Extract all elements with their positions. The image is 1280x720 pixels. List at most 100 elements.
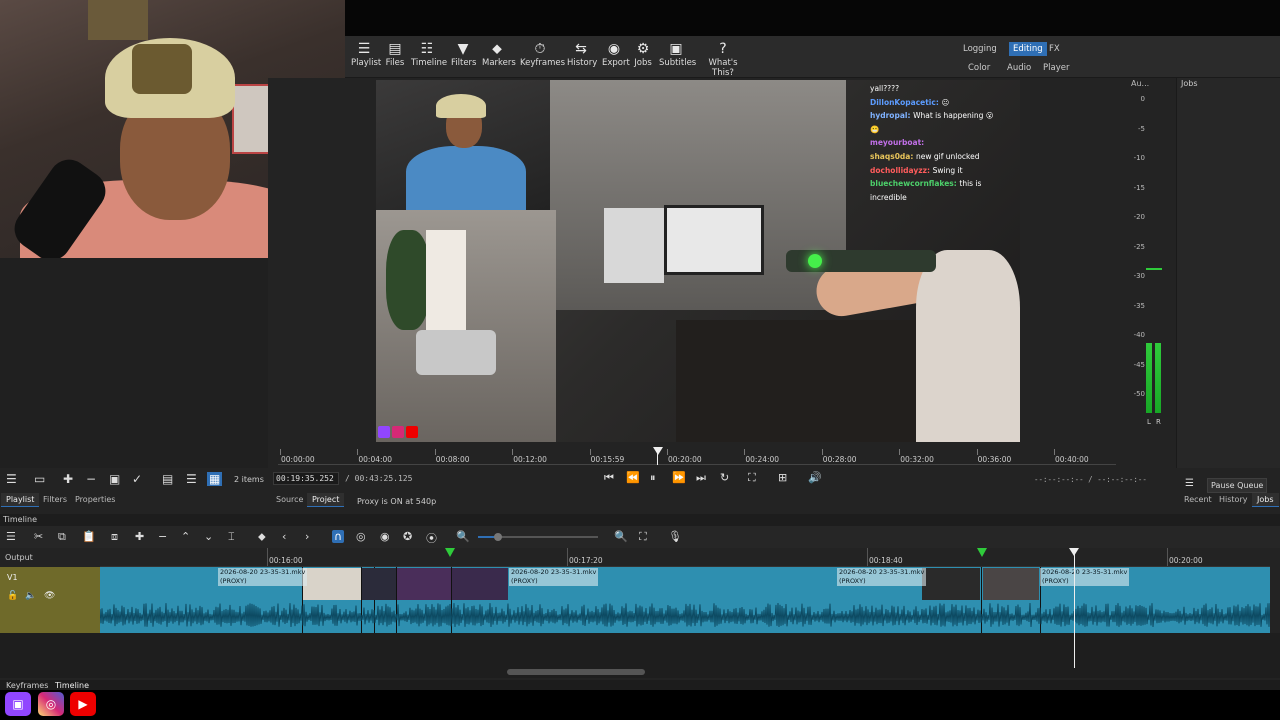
- left-panel: [0, 258, 268, 468]
- ripple-markers-icon[interactable]: ⦿: [426, 530, 437, 546]
- lock-icon[interactable]: 🔓: [7, 591, 18, 601]
- layout-player[interactable]: Player: [1039, 61, 1073, 75]
- timeline-marker[interactable]: [977, 548, 987, 557]
- jobs-button[interactable]: ⚙ Jobs: [633, 40, 653, 68]
- tab-recent[interactable]: Recent: [1179, 493, 1217, 506]
- tab-history[interactable]: History: [1214, 493, 1252, 506]
- zoom-fit-icon[interactable]: ⛶: [639, 530, 647, 544]
- zoom-out-icon[interactable]: 🔍: [456, 530, 470, 543]
- clip-proxy-tag: (PROXY): [220, 577, 247, 585]
- open-icon[interactable]: ▭: [34, 472, 45, 486]
- timeline-marker[interactable]: [445, 548, 455, 557]
- scrub-icon[interactable]: ◎: [356, 530, 366, 543]
- tab-playlist[interactable]: Playlist: [1, 493, 40, 507]
- video-monitor: [604, 208, 664, 283]
- layout-fx[interactable]: FX: [1045, 42, 1064, 56]
- timeline-playhead[interactable]: [1074, 548, 1075, 668]
- pause-icon[interactable]: ⏸: [650, 471, 656, 485]
- fast-forward-icon[interactable]: ⏩: [672, 471, 686, 484]
- zoom-slider-handle[interactable]: [494, 533, 502, 541]
- eye-icon[interactable]: 👁: [44, 591, 55, 601]
- marker-icon[interactable]: ⬥: [258, 530, 266, 544]
- video-preview[interactable]: yall???? DillonKopacetic: 😐 hydropal: What…: [376, 80, 1020, 442]
- split-icon[interactable]: ⌶: [228, 530, 235, 544]
- chat-message: hydropal: What is happening 😮: [870, 109, 1020, 123]
- skip-next-icon[interactable]: ⏭: [696, 471, 706, 485]
- next-marker-icon[interactable]: ›: [305, 530, 309, 543]
- menu-icon[interactable]: ☰: [6, 530, 16, 543]
- cut-icon[interactable]: ✂: [34, 530, 43, 543]
- grid-icon[interactable]: ⊞: [778, 471, 787, 484]
- instagram-icon: [392, 426, 404, 438]
- grid-view-icon[interactable]: ▦: [207, 472, 223, 486]
- timeline-dock-title: Timeline: [0, 514, 1280, 526]
- filters-button[interactable]: ▼ Filters: [451, 40, 476, 68]
- timeline-button[interactable]: ☷ Timeline: [411, 40, 447, 68]
- ruler-tick: [867, 548, 868, 566]
- files-button[interactable]: ▤ Files: [385, 40, 405, 68]
- clip-name: 2026-08-20 23-35-31.mkv: [839, 568, 925, 576]
- layout-logging[interactable]: Logging: [959, 42, 1001, 56]
- timeline-scrollbar[interactable]: [507, 669, 645, 675]
- tab-jobs[interactable]: Jobs: [1252, 493, 1279, 507]
- clip-thumbnail: [397, 568, 451, 600]
- paste-icon[interactable]: 📋: [82, 530, 96, 543]
- overwrite-icon[interactable]: ⌄: [204, 530, 213, 543]
- playlist-button[interactable]: ☰ Playlist: [351, 40, 381, 68]
- pause-queue-button[interactable]: Pause Queue: [1207, 478, 1268, 493]
- volume-icon[interactable]: 🔊: [808, 471, 822, 484]
- chat-message: yall????: [870, 82, 1020, 96]
- layout-color[interactable]: Color: [964, 61, 994, 75]
- add-icon[interactable]: ✚: [63, 472, 73, 486]
- snap-icon[interactable]: ∩: [332, 530, 345, 543]
- filter-icon: ▼: [457, 41, 469, 57]
- list-view-icon[interactable]: ☰: [186, 472, 197, 486]
- mute-icon[interactable]: 🔈: [25, 591, 36, 601]
- tab-project[interactable]: Project: [307, 493, 345, 507]
- subtitles-button[interactable]: ▣ Subtitles: [659, 40, 696, 68]
- tab-filters[interactable]: Filters: [38, 493, 72, 506]
- remove-icon[interactable]: −: [158, 530, 167, 543]
- loop-icon[interactable]: ↻: [720, 471, 729, 484]
- previous-marker-icon[interactable]: ‹: [282, 530, 286, 543]
- menu-icon[interactable]: ☰: [6, 472, 17, 486]
- chat-username: hydropal:: [870, 111, 914, 121]
- tab-source[interactable]: Source: [271, 493, 308, 506]
- ripple-all-icon[interactable]: ✪: [403, 530, 412, 543]
- zoom-in-icon[interactable]: 🔍: [614, 530, 628, 543]
- tab-properties[interactable]: Properties: [70, 493, 120, 506]
- keyframes-button[interactable]: ⏱ Keyframes: [520, 40, 565, 68]
- channel-left-label: L: [1147, 418, 1151, 426]
- player-playhead-handle[interactable]: [653, 447, 663, 455]
- remove-icon[interactable]: −: [86, 472, 96, 486]
- check-icon[interactable]: ✓: [132, 472, 142, 486]
- record-audio-icon[interactable]: 🎙: [668, 530, 682, 543]
- timeline-ruler[interactable]: 00:16:00 00:17:20 00:18:40 00:20:00: [100, 548, 1270, 567]
- layout-editing[interactable]: Editing: [1009, 42, 1047, 56]
- detail-view-icon[interactable]: ▤: [162, 472, 173, 486]
- append-icon[interactable]: ✚: [135, 530, 144, 543]
- split-clip-icon[interactable]: ⧈: [111, 530, 118, 544]
- copy-icon[interactable]: ⧉: [58, 530, 66, 544]
- player-ruler[interactable]: 00:00:00 00:04:00 00:08:00 00:12:00 00:15:59…: [278, 447, 1116, 465]
- chat-username: DillonKopacetic:: [870, 97, 942, 107]
- rewind-icon[interactable]: ⏪: [626, 471, 640, 484]
- audio-scale-label: 0: [1140, 95, 1145, 103]
- skip-previous-icon[interactable]: ⏮: [604, 471, 614, 485]
- audio-scale-label: -45: [1133, 360, 1145, 369]
- layout-audio[interactable]: Audio: [1003, 61, 1035, 75]
- whats-this-button[interactable]: ? What's This?: [699, 40, 747, 78]
- ruler-label: 00:40:00: [1055, 455, 1089, 464]
- jobs-menu-icon[interactable]: ☰: [1185, 478, 1194, 489]
- ripple-icon[interactable]: ◉: [380, 530, 390, 543]
- video-light: [808, 254, 822, 268]
- lift-icon[interactable]: ⌃: [181, 530, 190, 543]
- history-button[interactable]: ⇆ History: [567, 40, 597, 68]
- timeline-playhead-handle[interactable]: [1069, 548, 1079, 556]
- zoom-icon[interactable]: ⛶: [748, 471, 756, 485]
- playlist-item-count: 2 items: [234, 475, 264, 484]
- export-button[interactable]: ◉ Export: [602, 40, 630, 68]
- update-icon[interactable]: ▣: [109, 472, 120, 486]
- audio-scale-label: -20: [1133, 213, 1145, 221]
- markers-button[interactable]: ⬥ Markers: [482, 40, 516, 68]
